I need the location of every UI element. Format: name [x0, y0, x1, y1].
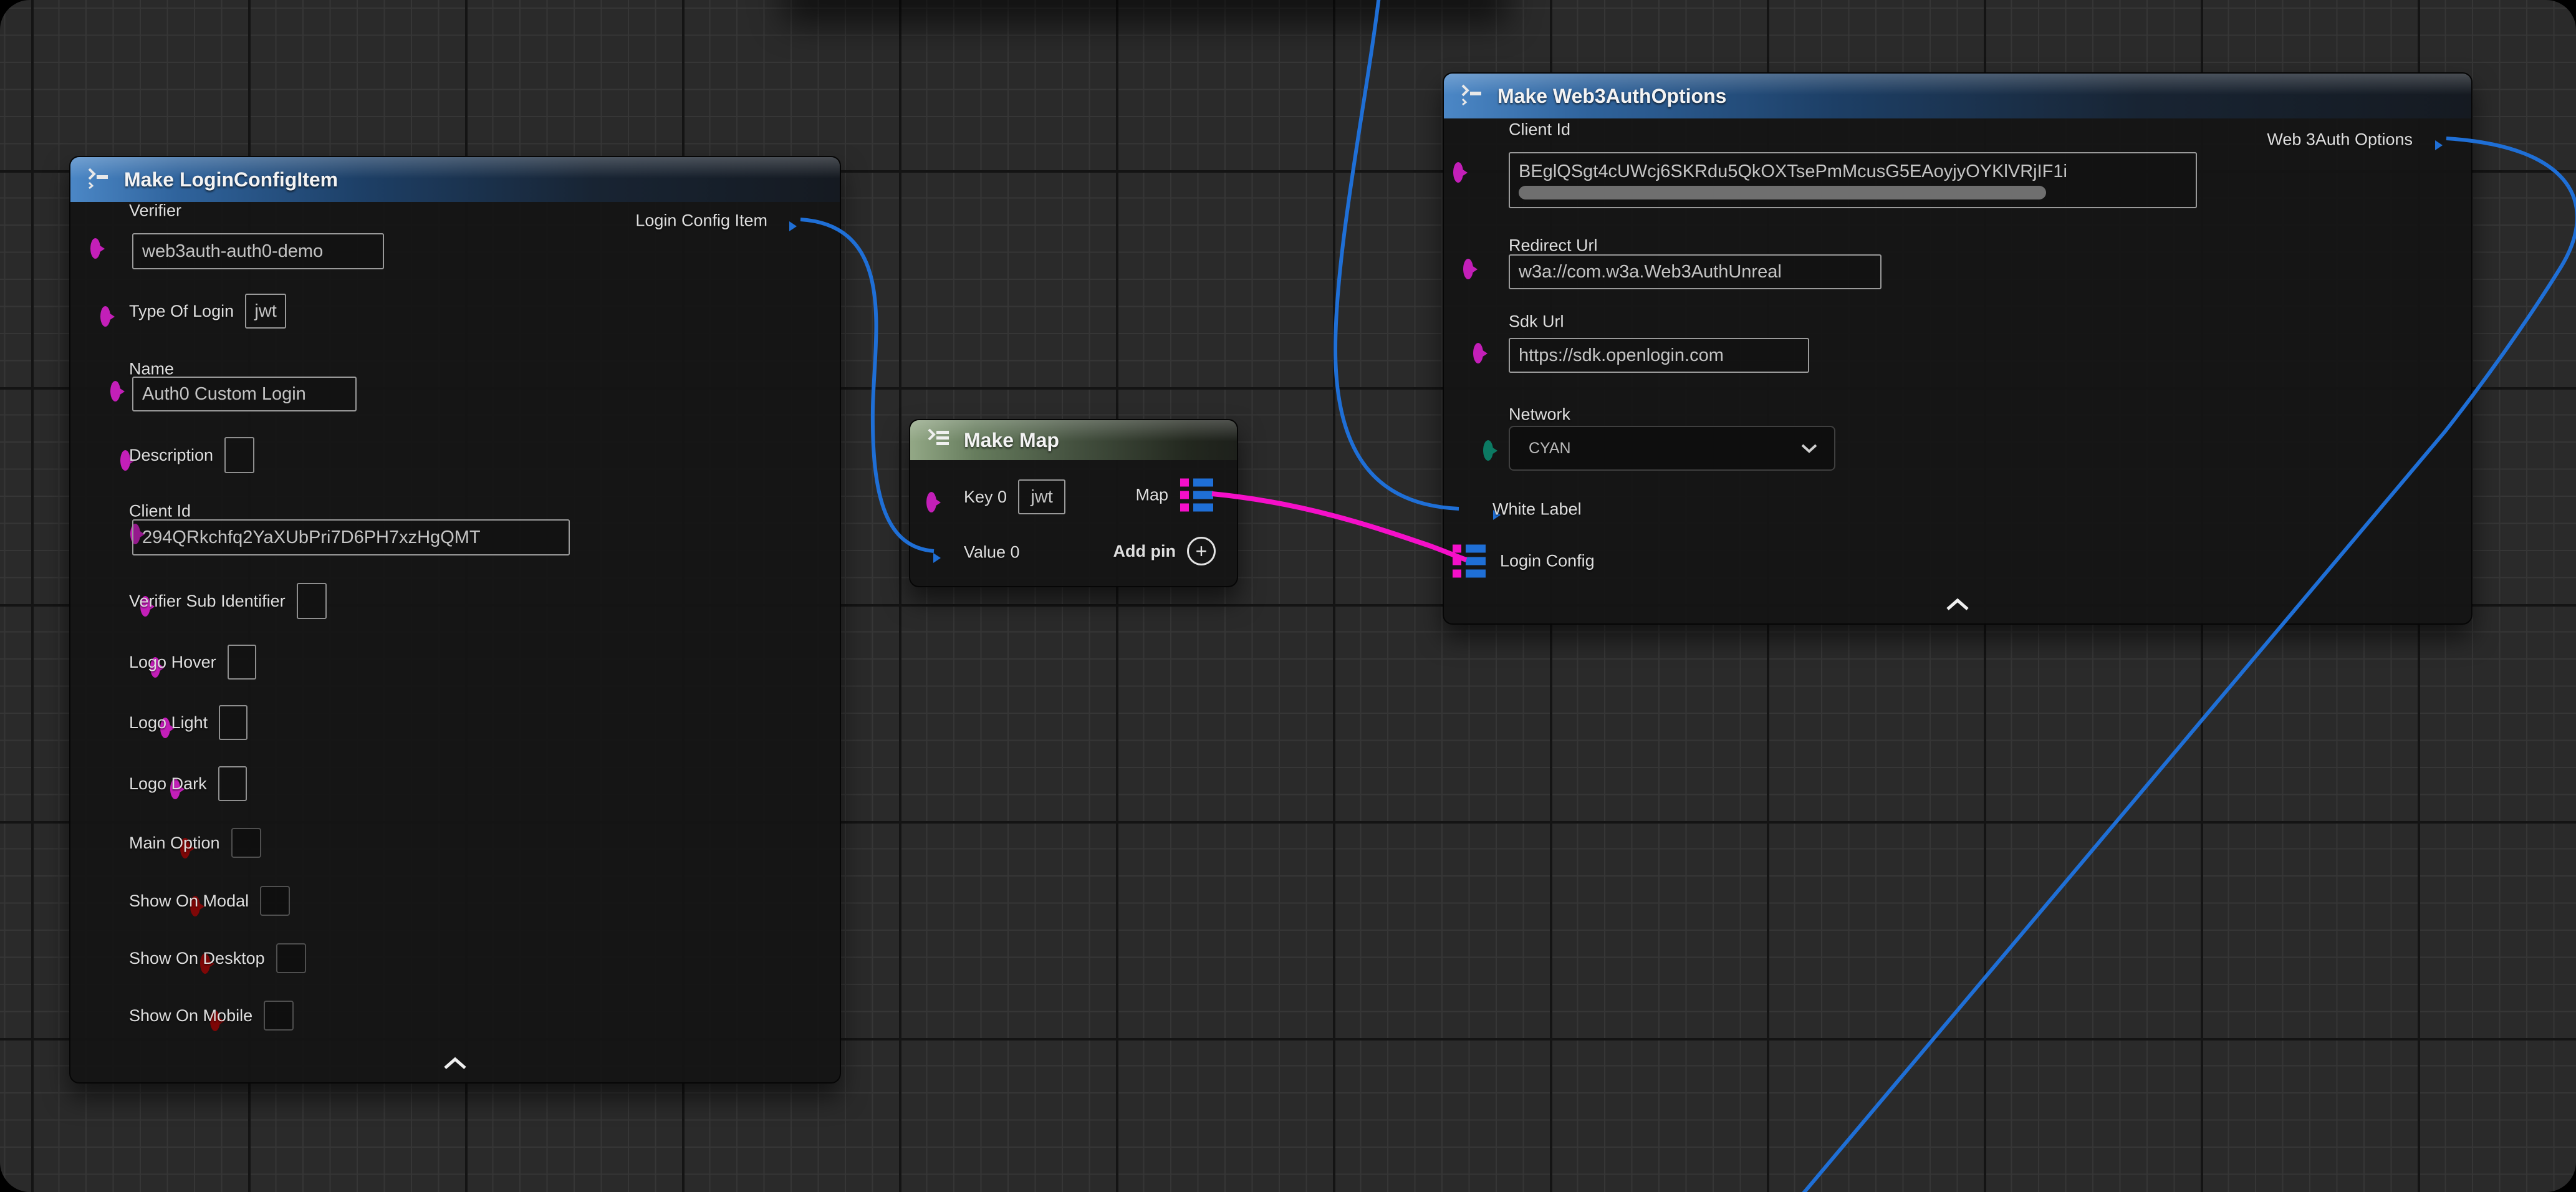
- key0-field[interactable]: jwt: [1018, 479, 1065, 514]
- make-map-icon: [925, 428, 953, 453]
- pin-label-value0: Value 0: [964, 543, 1020, 562]
- pin-label-logo-light: Logo Light: [129, 713, 208, 733]
- pin-label-description: Description: [129, 446, 213, 465]
- input-pin-redirect-url[interactable]: [1463, 259, 1473, 279]
- input-pin-verifier[interactable]: [90, 238, 100, 259]
- input-pin-client-id[interactable]: [1453, 162, 1463, 183]
- blueprint-graph-canvas[interactable]: Make LoginConfigItem Login Config Item V…: [0, 0, 2576, 1192]
- network-dropdown[interactable]: CYAN: [1509, 426, 1835, 471]
- pin-label-key0: Key 0: [964, 488, 1007, 507]
- make-struct-icon: [85, 168, 113, 192]
- verifier-field[interactable]: web3auth-auth0-demo: [132, 233, 384, 269]
- wire-map-to-login-config[interactable]: [1212, 494, 1466, 560]
- pin-label-show-on-desktop: Show On Desktop: [129, 949, 265, 968]
- output-pin-map[interactable]: [1180, 479, 1213, 512]
- show-on-modal-checkbox[interactable]: [260, 886, 290, 916]
- type-of-login-field[interactable]: jwt: [245, 294, 286, 329]
- node-make-map[interactable]: Make Map Key 0 jwt Map Value 0 Add pin +: [909, 419, 1238, 587]
- client-id-scrollbar[interactable]: [1519, 186, 2046, 199]
- node-title: Make LoginConfigItem: [124, 168, 338, 191]
- pin-label-client-id: Client Id: [1509, 120, 1570, 140]
- pin-label-verifier-sub-identifier: Verifier Sub Identifier: [129, 592, 286, 611]
- wire-top-to-white-label[interactable]: [1335, 0, 1459, 509]
- input-pin-name[interactable]: [110, 381, 120, 401]
- pin-label-show-on-modal: Show On Modal: [129, 892, 249, 911]
- pin-label-redirect-url: Redirect Url: [1509, 236, 1598, 256]
- make-struct-icon: [1459, 84, 1486, 108]
- pin-label-logo-dark: Logo Dark: [129, 774, 207, 794]
- description-field[interactable]: [224, 437, 254, 473]
- add-pin-button[interactable]: +: [1187, 537, 1216, 565]
- client-id-field[interactable]: BEglQSgt4cUWcj6SKRdu5QkOXTsePmMcusG5EAoy…: [1509, 152, 2197, 208]
- collapse-chevron-icon[interactable]: [443, 1057, 468, 1074]
- verifier-sub-identifier-field[interactable]: [297, 583, 327, 619]
- input-pin-key0[interactable]: [926, 492, 936, 512]
- node-title: Make Web3AuthOptions: [1497, 85, 1726, 108]
- client-id-field[interactable]: 294QRkchfq2YaXUbPri7D6PH7xzHgQMT: [132, 519, 570, 555]
- pin-label-verifier: Verifier: [129, 201, 181, 221]
- show-on-mobile-checkbox[interactable]: [264, 1001, 294, 1031]
- pin-label-client-id: Client Id: [129, 502, 191, 521]
- node-header[interactable]: Make Map: [910, 420, 1237, 460]
- pin-label-network: Network: [1509, 405, 1570, 425]
- node-header[interactable]: Make LoginConfigItem: [70, 157, 840, 202]
- pin-label-logo-hover: Logo Hover: [129, 653, 216, 672]
- input-pin-network[interactable]: [1483, 440, 1493, 461]
- node-header[interactable]: Make Web3AuthOptions: [1444, 74, 2471, 118]
- offscreen-node-shadow: [782, 0, 1509, 24]
- output-pin-label: Web 3Auth Options: [2267, 130, 2413, 150]
- input-pin-login-config[interactable]: [1453, 545, 1486, 578]
- name-field[interactable]: Auth0 Custom Login: [132, 377, 357, 411]
- logo-hover-field[interactable]: [228, 645, 256, 680]
- node-title: Make Map: [964, 429, 1059, 452]
- client-id-text: BEglQSgt4cUWcj6SKRdu5QkOXTsePmMcusG5EAoy…: [1519, 161, 2067, 182]
- input-pin-sdk-url[interactable]: [1473, 343, 1483, 363]
- add-pin-label: Add pin: [1113, 542, 1176, 561]
- logo-dark-field[interactable]: [218, 766, 247, 801]
- redirect-url-field[interactable]: w3a://com.w3a.Web3AuthUnreal: [1509, 254, 1882, 289]
- input-pin-type-of-login[interactable]: [100, 306, 110, 327]
- node-make-loginconfigitem[interactable]: Make LoginConfigItem Login Config Item V…: [69, 156, 841, 1084]
- sdk-url-field[interactable]: https://sdk.openlogin.com: [1509, 338, 1809, 373]
- pin-label-name: Name: [129, 360, 174, 379]
- main-option-checkbox[interactable]: [231, 828, 261, 858]
- network-selected-value: CYAN: [1529, 440, 1571, 458]
- pin-label-sdk-url: Sdk Url: [1509, 312, 1564, 332]
- pin-label-main-option: Main Option: [129, 834, 220, 853]
- collapse-chevron-icon[interactable]: [1945, 598, 1970, 615]
- output-pin-label: Map: [1135, 486, 1168, 505]
- pin-label-show-on-mobile: Show On Mobile: [129, 1006, 252, 1026]
- show-on-desktop-checkbox[interactable]: [276, 943, 306, 973]
- pin-label-login-config: Login Config: [1500, 552, 1595, 571]
- node-make-web3authoptions[interactable]: Make Web3AuthOptions Web 3Auth Options C…: [1443, 72, 2473, 625]
- logo-light-field[interactable]: [219, 705, 248, 740]
- pin-label-white-label: White Label: [1492, 500, 1582, 519]
- pin-label-type-of-login: Type Of Login: [129, 302, 234, 321]
- output-pin-label: Login Config Item: [635, 211, 767, 231]
- chevron-down-icon: [1800, 440, 1818, 458]
